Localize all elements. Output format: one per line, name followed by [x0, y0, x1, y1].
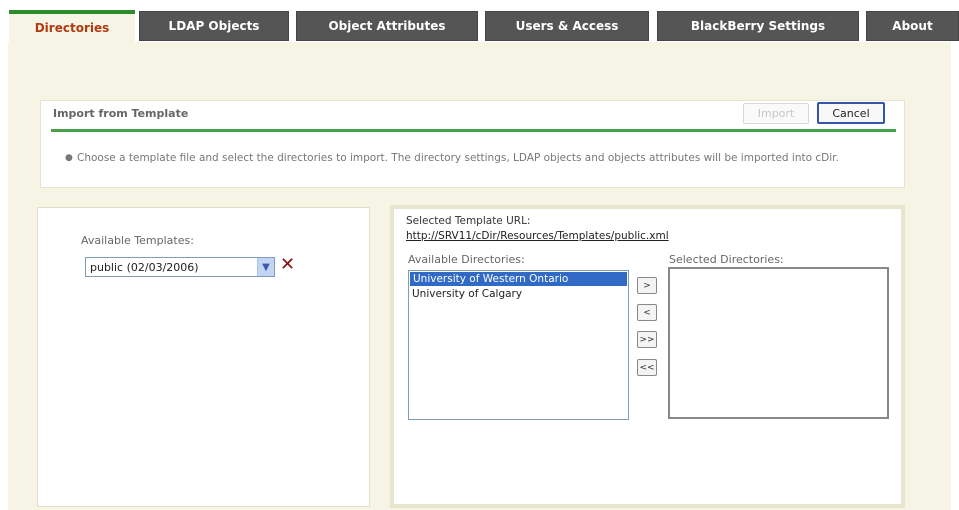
tab-users-access[interactable]: Users & Access: [485, 11, 649, 41]
templates-panel: Available Templates: public (02/03/2006)…: [37, 207, 370, 507]
template-url-label: Selected Template URL:: [406, 215, 531, 227]
bullet-icon: ●: [65, 153, 73, 163]
divider: [51, 129, 896, 132]
import-button[interactable]: Import: [743, 103, 809, 124]
template-url-link[interactable]: http://SRV11/cDir/Resources/Templates/pu…: [406, 230, 669, 242]
import-title: Import from Template: [53, 107, 189, 120]
tab-object-attributes[interactable]: Object Attributes: [296, 11, 478, 41]
available-directories-label: Available Directories:: [408, 253, 525, 266]
chevron-down-icon[interactable]: ▼: [257, 258, 274, 276]
add-all-button[interactable]: >>: [637, 331, 657, 348]
tab-directories[interactable]: Directories: [9, 10, 135, 42]
delete-template-icon[interactable]: ✕: [280, 254, 295, 276]
selected-directories-label: Selected Directories:: [669, 253, 784, 266]
help-text: ● Choose a template file and select the …: [65, 149, 877, 167]
remove-button[interactable]: <: [637, 304, 657, 321]
cancel-button[interactable]: Cancel: [817, 102, 885, 124]
available-directories-list[interactable]: University of Western Ontario University…: [408, 270, 629, 420]
tab-ldap-objects[interactable]: LDAP Objects: [139, 11, 289, 41]
selected-directories-list[interactable]: [668, 267, 889, 419]
directories-panel: Selected Template URL: http://SRV11/cDir…: [390, 205, 905, 508]
available-templates-label: Available Templates:: [81, 234, 194, 247]
help-text-content: Choose a template file and select the di…: [77, 152, 839, 164]
list-item[interactable]: University of Calgary: [409, 287, 628, 301]
tab-about[interactable]: About: [866, 11, 959, 41]
template-select[interactable]: public (02/03/2006) ▼: [85, 257, 275, 277]
import-panel: Import from Template Import Cancel ● Cho…: [40, 100, 905, 188]
template-select-value: public (02/03/2006): [90, 260, 199, 274]
tab-bar: Directories LDAP Objects Object Attribut…: [0, 0, 959, 42]
list-item[interactable]: University of Western Ontario: [410, 272, 627, 286]
add-button[interactable]: >: [637, 277, 657, 294]
tab-blackberry-settings[interactable]: BlackBerry Settings: [657, 11, 859, 41]
remove-all-button[interactable]: <<: [637, 359, 657, 376]
